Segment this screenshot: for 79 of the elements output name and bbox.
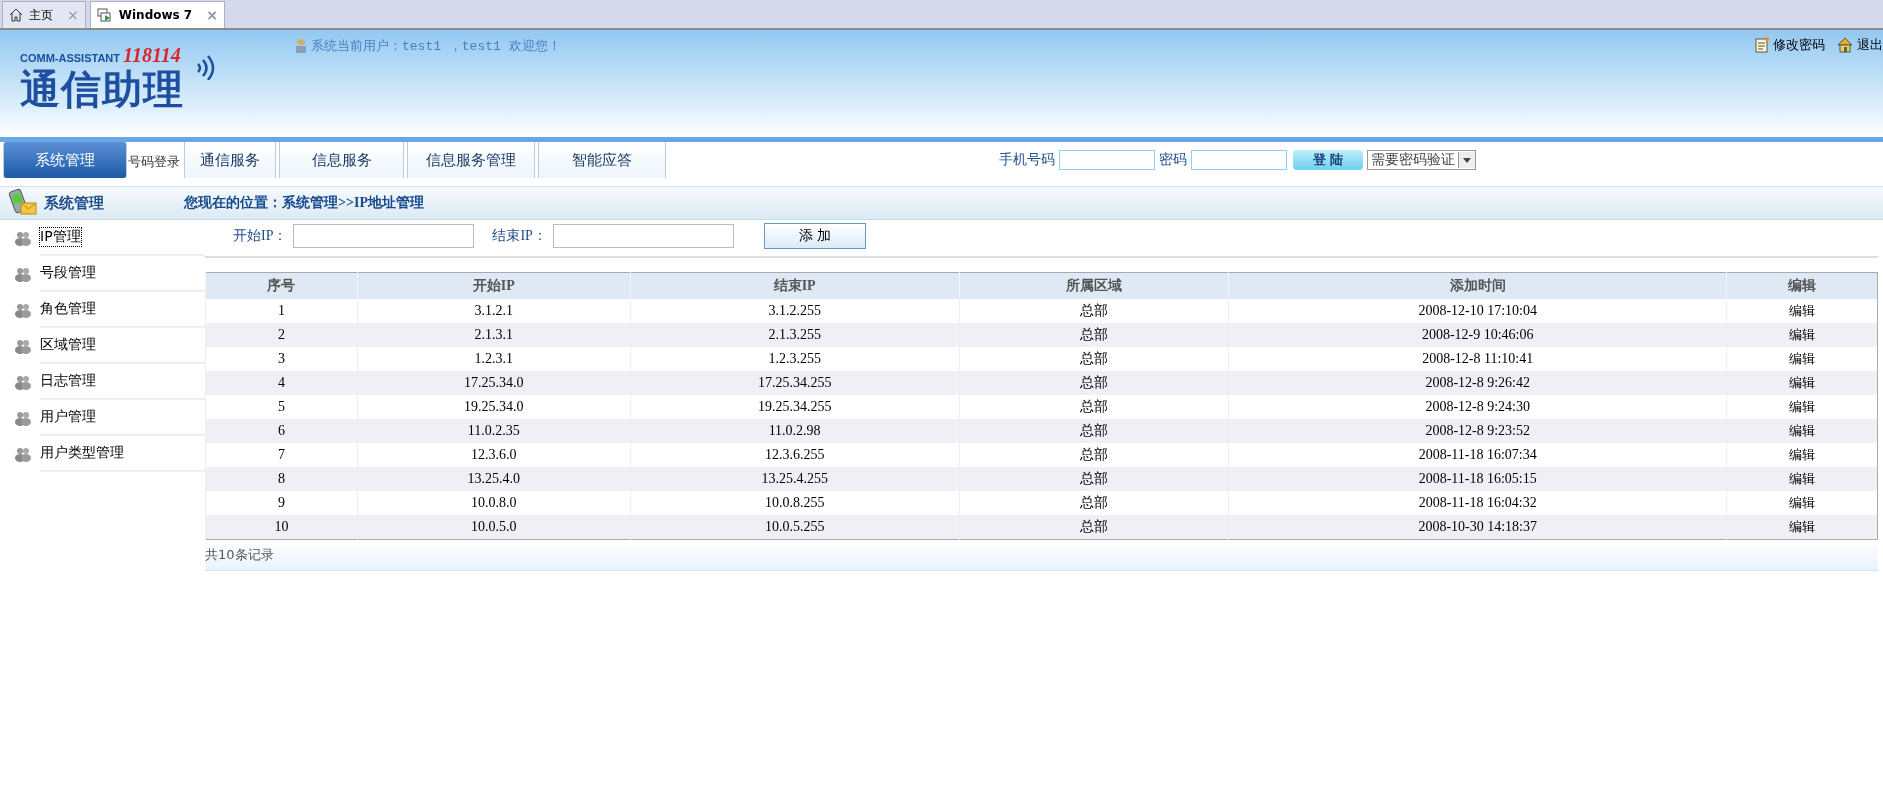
tab-label: 主页 [29, 6, 53, 24]
users-icon [14, 410, 32, 426]
sidebar-label: 用户类型管理 [40, 444, 124, 462]
nav-tab[interactable]: 系统管理 [3, 142, 127, 178]
users-icon [14, 338, 32, 354]
edit-link[interactable]: 编辑 [1789, 471, 1815, 486]
edit-link[interactable]: 编辑 [1789, 399, 1815, 414]
column-header: 序号 [205, 272, 358, 299]
login-label: 号码登录 [128, 153, 180, 171]
sidebar-item[interactable]: 用户管理 [0, 400, 205, 436]
sidebar-item[interactable]: 号段管理 [0, 256, 205, 292]
nav-tab[interactable]: 信息服务 [279, 142, 404, 178]
logo-tagline: COMM-ASSISTANT [20, 52, 120, 64]
browser-tab[interactable]: 主页 × [2, 1, 86, 28]
nav-tab[interactable]: 通信服务 [184, 142, 276, 178]
edit-link[interactable]: 编辑 [1789, 495, 1815, 510]
home-icon [9, 8, 23, 22]
nav-tab[interactable]: 智能应答 [538, 142, 666, 178]
start-ip-label: 开始IP： [233, 227, 288, 245]
users-icon [14, 374, 32, 390]
sidebar-item[interactable]: 用户类型管理 [0, 436, 205, 472]
nav-tab[interactable]: 信息服务管理 [407, 142, 535, 178]
phone-label: 手机号码 [999, 151, 1055, 169]
edit-link[interactable]: 编辑 [1789, 351, 1815, 366]
edit-link[interactable]: 编辑 [1789, 303, 1815, 318]
edit-link[interactable]: 编辑 [1789, 447, 1815, 462]
column-header: 开始IP [357, 272, 631, 299]
password-input[interactable] [1191, 150, 1287, 170]
sidebar-label: 日志管理 [40, 372, 96, 390]
header-link[interactable]: 退出 [1837, 36, 1883, 54]
users-icon [14, 302, 32, 318]
sidebar-label: IP管理 [40, 228, 81, 246]
table-cell: 10.0.5.0 [357, 515, 631, 540]
breadcrumb: 您现在的位置：系统管理>>IP地址管理 [184, 194, 424, 212]
browser-tab[interactable]: Windows 7 × [89, 1, 225, 28]
users-icon [14, 230, 32, 246]
add-button[interactable]: 添 加 [763, 223, 866, 249]
home-icon [1837, 37, 1853, 53]
sidebar-item[interactable]: 角色管理 [0, 292, 205, 328]
column-header: 结束IP [630, 272, 960, 299]
edit-link[interactable]: 编辑 [1789, 423, 1815, 438]
sidebar-label: 号段管理 [40, 264, 96, 282]
edit-icon [1755, 37, 1769, 53]
password-label: 密码 [1159, 151, 1187, 169]
end-ip-label: 结束IP： [492, 227, 547, 245]
sidebar-label: 角色管理 [40, 300, 96, 318]
column-header: 编辑 [1726, 272, 1878, 299]
edit-link[interactable]: 编辑 [1789, 327, 1815, 342]
column-header: 所属区域 [959, 272, 1229, 299]
sidebar-label: 区域管理 [40, 336, 96, 354]
phone-mail-icon [8, 188, 38, 218]
table-cell: 10.0.5.255 [630, 515, 960, 540]
sidebar-item[interactable]: 区域管理 [0, 328, 205, 364]
window-icon [96, 8, 113, 22]
caret-icon [1463, 157, 1471, 163]
sidebar-item[interactable]: IP管理 [0, 220, 205, 256]
welcome-text: 系统当前用户：test1 ，test1 欢迎您！ [311, 38, 561, 55]
edit-link[interactable]: 编辑 [1789, 375, 1815, 390]
auth-mode-select[interactable]: 需要密码验证 [1367, 150, 1476, 170]
table-cell: 2008-10-30 14:18:37 [1228, 515, 1727, 540]
phone-input[interactable] [1059, 150, 1155, 170]
user-icon [295, 38, 307, 54]
sidebar-label: 用户管理 [40, 408, 96, 426]
users-icon [14, 266, 32, 282]
tab-label: Windows 7 [118, 8, 193, 22]
header-link[interactable]: 修改密码 [1755, 36, 1825, 54]
start-ip-input[interactable] [293, 224, 475, 248]
record-count: 共10条记录 [205, 546, 274, 564]
end-ip-input[interactable] [552, 224, 734, 248]
table-cell: 10 [205, 515, 358, 540]
login-button[interactable]: 登 陆 [1293, 150, 1363, 170]
logo-title: 通信助理 [20, 66, 184, 112]
edit-link[interactable]: 编辑 [1789, 519, 1815, 534]
logo-number: 118114 [123, 44, 181, 66]
users-icon [14, 446, 32, 462]
sidebar-item[interactable]: 日志管理 [0, 364, 205, 400]
table-cell: 总部 [959, 515, 1229, 540]
section-title: 系统管理 [44, 193, 105, 213]
column-header: 添加时间 [1228, 272, 1727, 299]
